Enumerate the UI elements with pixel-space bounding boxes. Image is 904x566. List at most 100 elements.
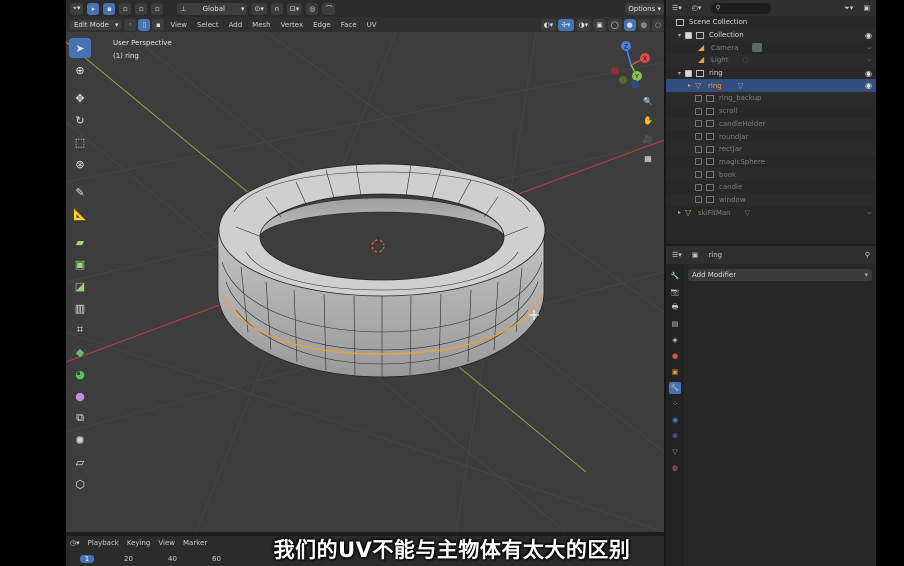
- exclude-checkbox[interactable]: [695, 120, 702, 128]
- shading-wireframe-icon[interactable]: ◯: [607, 18, 622, 31]
- move-tool-icon[interactable]: ✥: [69, 88, 91, 108]
- scale-tool-icon[interactable]: ⬚: [69, 132, 91, 152]
- outliner-row[interactable]: magicSphere: [666, 156, 876, 169]
- shear-tool-icon[interactable]: ▱: [69, 452, 91, 472]
- editor-type-button[interactable]: ⌖▾: [70, 2, 84, 15]
- expand-arrow-icon[interactable]: ▸: [678, 209, 685, 216]
- select-extend-icon[interactable]: ▫: [119, 2, 132, 15]
- vertex-select-mode-button[interactable]: ◦: [124, 18, 137, 31]
- menu-vertex[interactable]: Vertex: [277, 21, 308, 29]
- exclude-checkbox[interactable]: [695, 158, 702, 166]
- visibility-eye-icon[interactable]: ⌣: [867, 43, 872, 53]
- annotate-tool-icon[interactable]: ✎: [69, 182, 91, 202]
- overlay-toggle-icon[interactable]: ◑▾: [575, 18, 592, 31]
- perspective-grid-icon[interactable]: ▦: [641, 151, 655, 165]
- poly-build-tool-icon[interactable]: ◆: [69, 342, 91, 362]
- outliner-row[interactable]: book: [666, 168, 876, 181]
- outliner-row[interactable]: rectJar: [666, 142, 876, 156]
- inset-tool-icon[interactable]: ▣: [69, 254, 91, 274]
- filter-icon[interactable]: ⏷▾: [844, 4, 853, 13]
- proportional-edit-button[interactable]: ◎: [306, 2, 319, 15]
- xray-toggle-icon[interactable]: ▣: [593, 18, 606, 31]
- select-intersect-icon[interactable]: ▫: [151, 2, 164, 15]
- face-select-mode-button[interactable]: ▪: [152, 18, 165, 31]
- scene-collection-row[interactable]: Scene Collection: [666, 16, 876, 29]
- select-tool-button[interactable]: ▸: [87, 2, 100, 15]
- outliner-row[interactable]: candleHolder: [666, 117, 876, 131]
- exclude-checkbox[interactable]: [695, 94, 702, 102]
- shrink-fatten-tool-icon[interactable]: ✺: [69, 430, 91, 450]
- proportional-falloff-button[interactable]: ⌒: [322, 2, 336, 15]
- outliner-row[interactable]: ▸ ▽ skiFitMan ▽ ⌣: [666, 206, 876, 219]
- transform-tool-icon[interactable]: ⊛: [69, 154, 91, 174]
- properties-editor-icon[interactable]: ☰▾: [672, 251, 682, 259]
- exclude-checkbox[interactable]: [685, 69, 692, 77]
- constraints-tab-icon[interactable]: ⊗: [669, 430, 681, 442]
- viewport-overlay-icon[interactable]: ◐▾: [540, 18, 557, 31]
- pan-hand-icon[interactable]: ✋: [641, 113, 655, 127]
- gizmo-toggle-icon[interactable]: ✣▾: [558, 18, 574, 31]
- measure-tool-icon[interactable]: 📐: [69, 204, 91, 224]
- menu-face[interactable]: Face: [337, 21, 361, 29]
- outliner-row[interactable]: candle: [666, 181, 876, 194]
- exclude-checkbox[interactable]: [695, 183, 702, 191]
- menu-uv[interactable]: UV: [363, 21, 381, 29]
- data-tab-icon[interactable]: ▽: [669, 446, 681, 458]
- tool-tab-icon[interactable]: 🔧: [669, 270, 681, 282]
- edge-slide-tool-icon[interactable]: ⧉: [69, 408, 91, 428]
- outliner-row[interactable]: window: [666, 193, 876, 207]
- menu-edge[interactable]: Edge: [309, 21, 335, 29]
- view-layer-tab-icon[interactable]: ▤: [669, 318, 681, 330]
- options-dropdown[interactable]: Options ▾: [625, 2, 664, 15]
- expand-arrow-icon[interactable]: ▸: [688, 82, 695, 89]
- knife-tool-icon[interactable]: ⌗: [69, 320, 91, 340]
- cursor-tool-icon[interactable]: ⊕: [69, 60, 91, 80]
- shading-solid-icon[interactable]: ●: [623, 18, 636, 31]
- rip-tool-icon[interactable]: ⬡: [69, 474, 91, 494]
- snap-button[interactable]: ∩: [270, 2, 283, 15]
- outliner-editor-icon[interactable]: ☰▾: [672, 4, 682, 12]
- outliner-row[interactable]: ▾ Collection ◉: [666, 28, 876, 42]
- menu-select[interactable]: Select: [193, 21, 223, 29]
- exclude-checkbox[interactable]: [685, 31, 692, 39]
- navigation-gizmo[interactable]: Z X Y: [606, 40, 656, 90]
- menu-mesh[interactable]: Mesh: [248, 21, 274, 29]
- zoom-icon[interactable]: 🔍: [641, 94, 655, 108]
- spin-tool-icon[interactable]: ◕: [69, 364, 91, 384]
- particles-tab-icon[interactable]: ⁘: [669, 398, 681, 410]
- snap-target-button[interactable]: ⊡▾: [286, 2, 303, 15]
- rotate-tool-icon[interactable]: ↻: [69, 110, 91, 130]
- outliner-row[interactable]: roundJar: [666, 130, 876, 143]
- visibility-eye-icon[interactable]: ⌣: [867, 208, 872, 218]
- edge-select-mode-button[interactable]: ▯: [138, 18, 151, 31]
- menu-view[interactable]: View: [166, 21, 191, 29]
- outliner-row[interactable]: ring_backup: [666, 92, 876, 105]
- 3d-viewport[interactable]: User Perspective (1) ring ➤ ⊕ ✥ ↻ ⬚ ⊛ ✎ …: [66, 32, 664, 532]
- object-tab-icon[interactable]: ▣: [669, 366, 681, 378]
- extrude-tool-icon[interactable]: ▰: [69, 232, 91, 252]
- display-mode-icon[interactable]: ◴▾: [692, 4, 702, 12]
- outliner-row[interactable]: ◢ Light ◌ ⌣: [666, 54, 876, 67]
- physics-tab-icon[interactable]: ◉: [669, 414, 681, 426]
- exclude-checkbox[interactable]: [695, 196, 702, 204]
- world-tab-icon[interactable]: ●: [669, 350, 681, 362]
- render-tab-icon[interactable]: 📷: [669, 286, 681, 298]
- scene-tab-icon[interactable]: ◈: [669, 334, 681, 346]
- visibility-eye-icon[interactable]: ◉: [865, 81, 872, 90]
- exclude-checkbox[interactable]: [695, 107, 702, 115]
- outliner-row[interactable]: scroll: [666, 105, 876, 118]
- outliner-row[interactable]: ◢ Camera ⌣: [666, 41, 876, 54]
- visibility-eye-icon[interactable]: ◉: [865, 31, 872, 40]
- exclude-checkbox[interactable]: [695, 133, 702, 141]
- visibility-eye-icon[interactable]: ⌣: [867, 55, 872, 65]
- menu-add[interactable]: Add: [225, 21, 247, 29]
- select-box-icon[interactable]: ▪: [103, 2, 116, 15]
- camera-view-icon[interactable]: 🎥: [641, 132, 655, 146]
- expand-arrow-icon[interactable]: ▾: [678, 70, 685, 77]
- mode-select[interactable]: Edit Mode ▾: [70, 19, 123, 30]
- loop-cut-tool-icon[interactable]: ▥: [69, 298, 91, 318]
- output-tab-icon[interactable]: 🖶: [669, 302, 681, 314]
- pin-icon[interactable]: ⚲: [865, 251, 870, 259]
- shading-material-icon[interactable]: ◍: [637, 18, 650, 31]
- orientation-select[interactable]: ⊥ Global ▾: [177, 2, 248, 15]
